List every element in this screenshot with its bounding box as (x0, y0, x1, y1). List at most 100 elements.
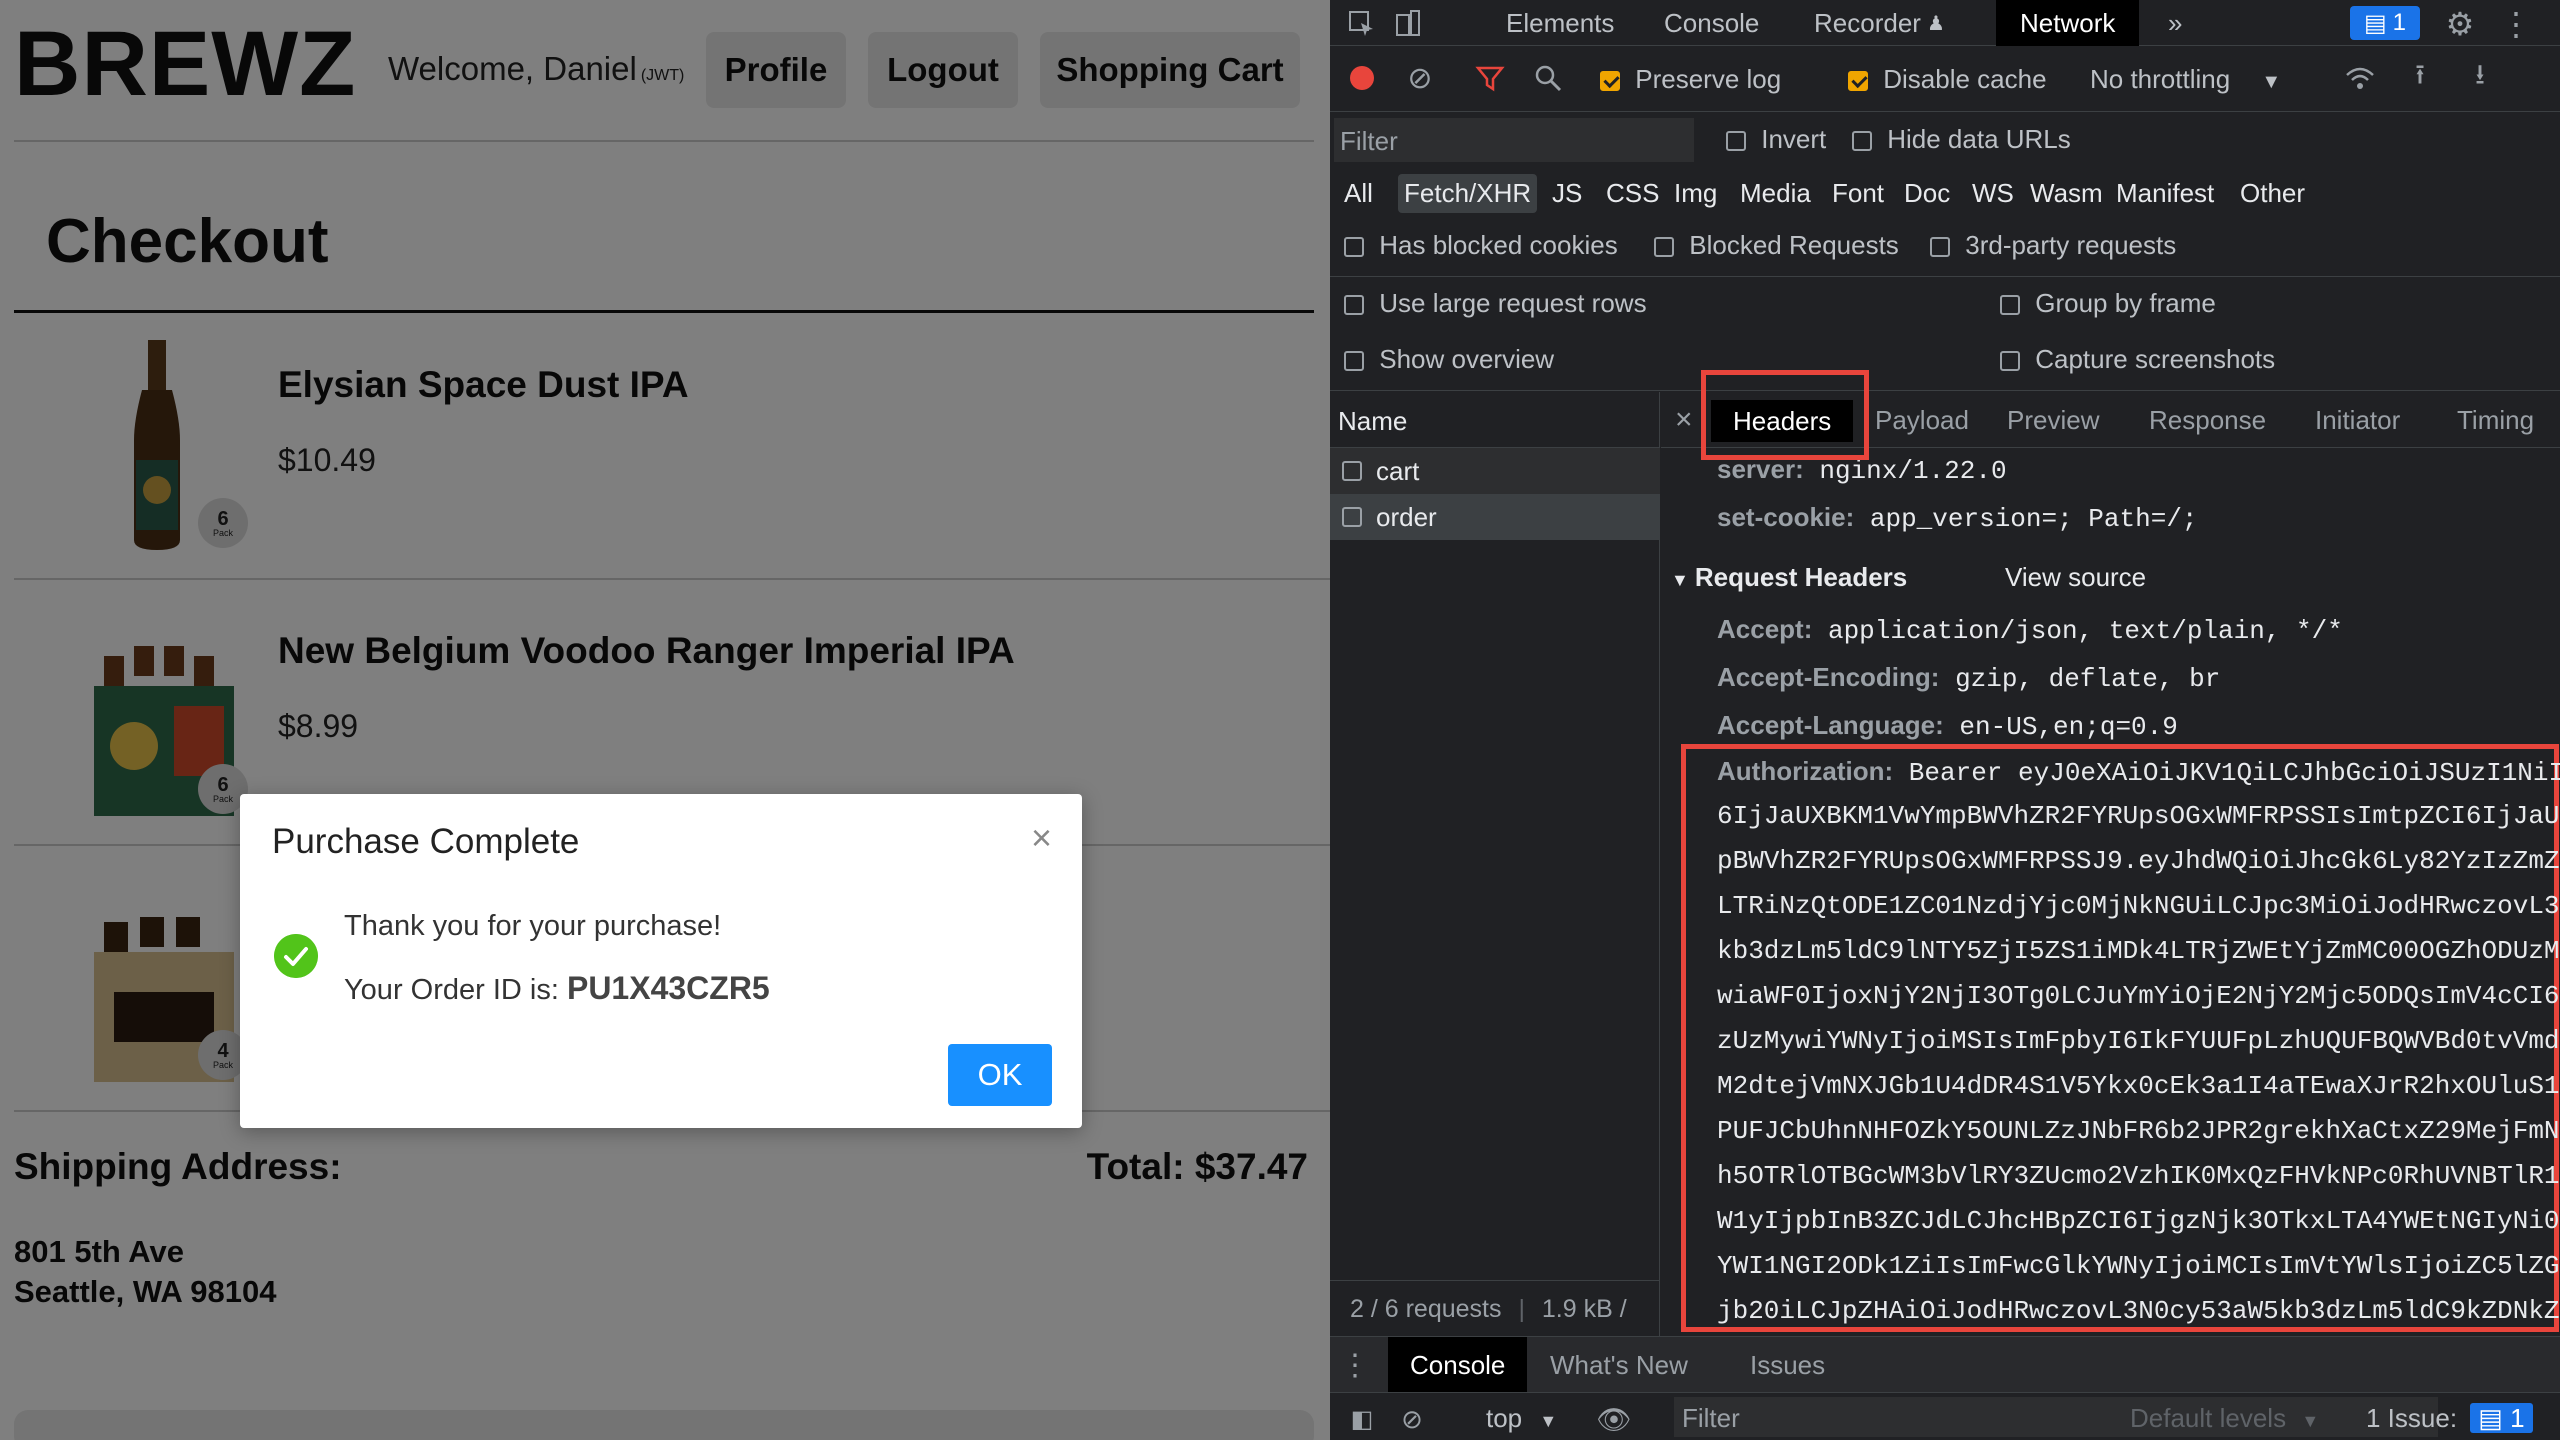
triangle-down-icon: ▼ (1671, 570, 1689, 590)
capture-screenshots-option[interactable]: Capture screenshots (2000, 344, 2275, 375)
settings-gear-icon[interactable]: ⚙ (2440, 4, 2480, 44)
group-by-frame-option[interactable]: Group by frame (2000, 288, 2216, 319)
clear-icon[interactable]: ⊘ (1400, 58, 1440, 98)
third-party-requests-checkbox[interactable] (1930, 237, 1950, 258)
has-blocked-cookies-checkbox[interactable] (1344, 237, 1364, 258)
detail-tab-initiator[interactable]: Initiator (2315, 392, 2400, 448)
blocked-requests-option[interactable]: Blocked Requests (1654, 230, 1899, 261)
ok-button[interactable]: OK (948, 1044, 1052, 1106)
drawer-tab-whats-new[interactable]: What's New (1550, 1337, 1688, 1393)
auth-line: jb20iLCJpZHAiOiJodHRwczovL3N0cy53aW5kb3d… (1717, 1296, 2560, 1326)
show-overview-checkbox[interactable] (1344, 351, 1364, 372)
console-filter-input[interactable]: Filter (1674, 1397, 2438, 1437)
type-filter-all[interactable]: All (1338, 174, 1379, 213)
type-filter-fetch-xhr[interactable]: Fetch/XHR (1398, 174, 1538, 213)
devtools-panel: Elements Console Recorder ♟ Network » ▤ 1… (1330, 0, 2560, 1440)
header-value: app_version=; Path=/; (1869, 504, 2198, 534)
header-authorization: Authorization: Bearer eyJ0eXAiOiJKV1QiLC… (1717, 756, 2560, 788)
drawer-tab-console[interactable]: Console (1388, 1337, 1528, 1393)
tab-network[interactable]: Network (1996, 0, 2140, 46)
disable-cache-option[interactable]: Disable cache (1848, 64, 2047, 95)
issues-badge[interactable]: ▤ 1 (2350, 6, 2420, 40)
search-icon[interactable] (1528, 58, 1568, 98)
chevron-down-icon: ▼ (2261, 71, 2282, 93)
request-headers-section[interactable]: ▼ Request Headers (1671, 562, 1907, 593)
drawer-tab-issues[interactable]: Issues (1750, 1337, 1825, 1393)
sidebar-toggle-icon[interactable]: ◧ (1344, 1401, 1380, 1437)
issues-badge-count: 1 (2392, 9, 2407, 36)
header-value: gzip, deflate, br (1955, 664, 2221, 694)
device-toolbar-icon[interactable] (1388, 4, 1428, 44)
type-filter-other[interactable]: Other (2234, 174, 2311, 213)
header-accept: Accept: application/json, text/plain, */… (1717, 614, 2343, 646)
filter-input[interactable]: Filter (1334, 118, 1694, 162)
hide-data-urls-option[interactable]: Hide data URLs (1852, 124, 2071, 155)
success-check-icon (274, 934, 318, 978)
has-blocked-cookies-option[interactable]: Has blocked cookies (1344, 230, 1618, 261)
large-request-rows-label: Use large request rows (1379, 288, 1647, 318)
detail-tab-response[interactable]: Response (2149, 392, 2266, 448)
eye-icon[interactable]: 👁 (1594, 1401, 1634, 1437)
filter-funnel-icon[interactable] (1470, 58, 1510, 98)
tab-elements[interactable]: Elements (1506, 0, 1614, 46)
type-filter-ws[interactable]: WS (1966, 174, 2020, 213)
name-column-header[interactable]: Name (1330, 392, 1660, 448)
console-toolbar: ◧ ⊘ top ▼ 👁 Filter Default levels ▼ 1 Is… (1330, 1392, 2560, 1440)
headers-tab-highlight (1701, 370, 1869, 460)
third-party-requests-option[interactable]: 3rd-party requests (1930, 230, 2176, 261)
type-filter-img[interactable]: Img (1668, 174, 1723, 213)
devtools-toolbar: Elements Console Recorder ♟ Network » ▤ 1… (1330, 0, 2560, 46)
detail-tab-timing[interactable]: Timing (2457, 392, 2534, 448)
issues-counter[interactable]: 1 Issue: ▤ 1 (2366, 1403, 2533, 1434)
invert-option[interactable]: Invert (1726, 124, 1826, 155)
disable-cache-checkbox[interactable] (1848, 71, 1868, 92)
export-har-icon[interactable]: ⭳ (2460, 58, 2500, 98)
type-filter-wasm[interactable]: Wasm (2024, 174, 2109, 213)
context-select[interactable]: top ▼ (1486, 1403, 1557, 1434)
drawer-menu-icon[interactable]: ⋮ (1340, 1337, 1370, 1393)
type-filter-doc[interactable]: Doc (1898, 174, 1956, 213)
close-details-icon[interactable]: × (1675, 392, 1693, 448)
show-overview-label: Show overview (1379, 344, 1555, 374)
throttling-select[interactable]: No throttling ▼ (2090, 64, 2281, 95)
record-stop-icon[interactable] (1342, 58, 1382, 98)
large-request-rows-checkbox[interactable] (1344, 295, 1364, 316)
issues-counter-badge: ▤ 1 (2470, 1403, 2533, 1433)
request-checkbox[interactable] (1342, 461, 1362, 481)
request-checkbox[interactable] (1342, 507, 1362, 527)
type-filter-manifest[interactable]: Manifest (2110, 174, 2220, 213)
show-overview-option[interactable]: Show overview (1344, 344, 1554, 375)
request-row-cart[interactable]: cart (1330, 448, 1660, 494)
more-tabs-button[interactable]: » (2168, 0, 2182, 46)
view-source-link[interactable]: View source (2005, 562, 2146, 593)
default-levels-select[interactable]: Default levels ▼ (2130, 1403, 2319, 1434)
hide-data-urls-checkbox[interactable] (1852, 131, 1872, 152)
more-options-icon[interactable]: ⋮ (2496, 4, 2536, 44)
preserve-log-checkbox[interactable] (1600, 71, 1620, 92)
import-har-icon[interactable]: ⭱ (2400, 58, 2440, 98)
auth-line: M2dtejVmNXJGb1U4dDR4S1V5Ykx0cEk3a1I4aTEw… (1717, 1071, 2560, 1101)
tab-console[interactable]: Console (1664, 0, 1759, 46)
capture-screenshots-checkbox[interactable] (2000, 351, 2020, 372)
request-row-order[interactable]: order (1330, 494, 1660, 540)
inspect-element-icon[interactable] (1342, 4, 1382, 44)
type-filter-font[interactable]: Font (1826, 174, 1890, 213)
preserve-log-option[interactable]: Preserve log (1600, 64, 1781, 95)
chevron-down-icon: ▼ (1539, 1411, 1558, 1431)
group-by-frame-checkbox[interactable] (2000, 295, 2020, 316)
type-filter-js[interactable]: JS (1546, 174, 1588, 213)
transfer-size: 1.9 kB / (1541, 1295, 1627, 1323)
close-icon[interactable]: × (1031, 820, 1052, 856)
clear-console-icon[interactable]: ⊘ (1394, 1401, 1430, 1437)
large-request-rows-option[interactable]: Use large request rows (1344, 288, 1647, 319)
type-filter-css[interactable]: CSS (1600, 174, 1665, 213)
recorder-icon: ♟ (1926, 12, 1945, 35)
type-filter-media[interactable]: Media (1734, 174, 1817, 213)
invert-checkbox[interactable] (1726, 131, 1746, 152)
tab-recorder[interactable]: Recorder ♟ (1814, 0, 1945, 46)
detail-tab-payload[interactable]: Payload (1875, 392, 1969, 448)
modal-backdrop[interactable] (0, 0, 1330, 1440)
network-conditions-icon[interactable] (2340, 58, 2380, 98)
blocked-requests-checkbox[interactable] (1654, 237, 1674, 258)
detail-tab-preview[interactable]: Preview (2007, 392, 2099, 448)
